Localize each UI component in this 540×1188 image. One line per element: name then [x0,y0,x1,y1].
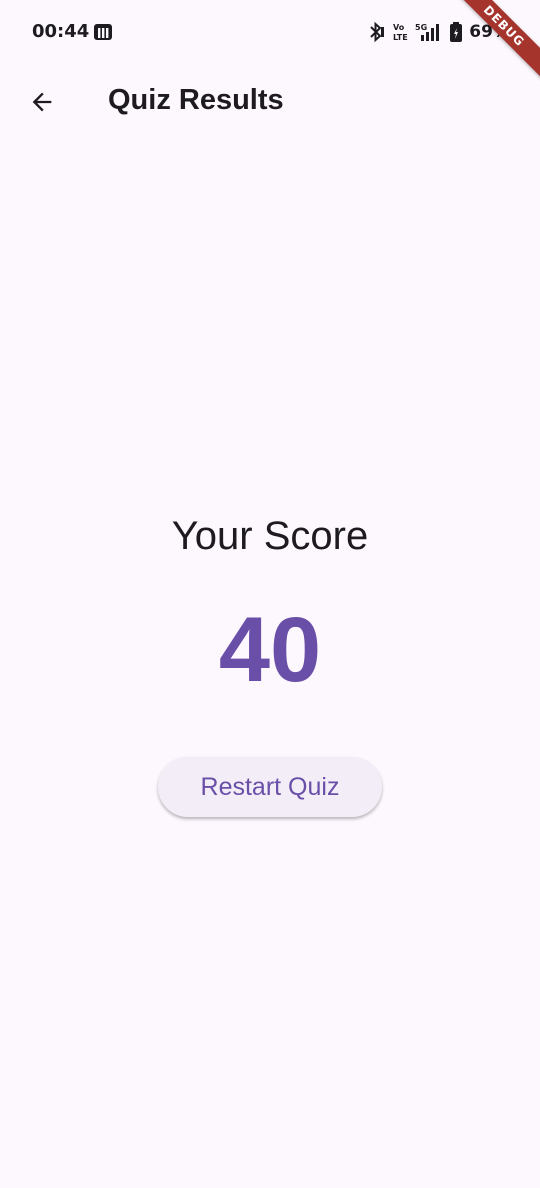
volte-icon: Vo LTE [393,23,408,42]
5g-signal-icon: 5G [415,23,440,41]
back-button[interactable] [18,78,66,126]
score-value: 40 [218,599,322,701]
svg-text:LTE: LTE [393,33,408,42]
restart-quiz-button[interactable]: Restart Quiz [158,757,382,817]
score-label: Your Score [171,514,369,558]
app-m-icon [94,24,112,40]
status-time: 00:44 [32,21,90,42]
page-title: Quiz Results [108,84,284,116]
svg-text:5G: 5G [415,23,427,32]
bluetooth-icon [370,21,385,43]
battery-icon [450,22,463,42]
arrow-back-icon [32,92,52,112]
app-bar: Quiz Results [0,64,540,140]
svg-text:Vo: Vo [393,23,405,32]
status-bar: 00:44 Vo LTE 5G 69% DEBUG [0,0,540,83]
